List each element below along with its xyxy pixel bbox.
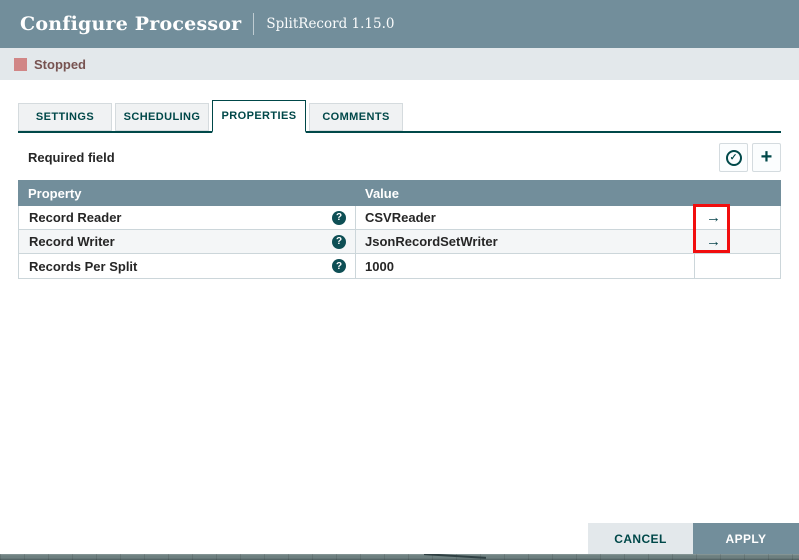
property-name-cell: Record Reader ? bbox=[19, 206, 356, 229]
table-row-records-per-split: Records Per Split ? 1000 bbox=[19, 254, 780, 278]
column-header-value: Value bbox=[356, 186, 695, 201]
apply-button[interactable]: APPLY bbox=[693, 523, 799, 554]
question-circle-icon[interactable]: ? bbox=[332, 259, 346, 273]
dialog-header: Configure Processor SplitRecord 1.15.0 bbox=[0, 0, 799, 48]
properties-toolbar-row: Required field ✓ + bbox=[18, 142, 781, 173]
property-name: Records Per Split bbox=[29, 259, 137, 274]
go-to-service-arrow-icon[interactable]: → bbox=[706, 210, 721, 225]
property-value-cell[interactable]: 1000 bbox=[356, 254, 695, 278]
stopped-square-icon bbox=[14, 58, 27, 71]
go-to-service-arrow-icon[interactable]: → bbox=[706, 234, 721, 249]
verify-properties-button[interactable]: ✓ bbox=[719, 143, 748, 172]
tab-comments[interactable]: COMMENTS bbox=[309, 103, 403, 131]
property-name: Record Writer bbox=[29, 234, 115, 249]
cancel-button-label: CANCEL bbox=[614, 532, 666, 546]
tab-settings[interactable]: SETTINGS bbox=[18, 103, 112, 131]
tab-properties[interactable]: PROPERTIES bbox=[212, 100, 306, 133]
dialog-title: Configure Processor bbox=[20, 13, 241, 35]
properties-toolbar: ✓ + bbox=[719, 143, 781, 172]
property-value-cell[interactable]: JsonRecordSetWriter bbox=[356, 230, 695, 253]
check-circle-icon: ✓ bbox=[726, 150, 742, 166]
tab-settings-label: SETTINGS bbox=[36, 111, 94, 123]
table-body: Record Reader ? CSVReader → Record Write… bbox=[18, 206, 781, 279]
plus-icon: + bbox=[761, 147, 773, 167]
apply-button-label: APPLY bbox=[726, 532, 767, 546]
property-value: JsonRecordSetWriter bbox=[365, 234, 498, 249]
property-value: 1000 bbox=[365, 259, 394, 274]
tab-bar: SETTINGS SCHEDULING PROPERTIES COMMENTS bbox=[18, 100, 781, 133]
configure-processor-dialog: Configure Processor SplitRecord 1.15.0 S… bbox=[0, 0, 799, 560]
status-label: Stopped bbox=[34, 57, 86, 72]
tab-comments-label: COMMENTS bbox=[322, 111, 389, 123]
title-divider bbox=[253, 13, 254, 35]
status-bar: Stopped bbox=[0, 48, 799, 80]
canvas-background-strip bbox=[0, 554, 799, 560]
tab-scheduling[interactable]: SCHEDULING bbox=[115, 103, 209, 131]
tab-scheduling-label: SCHEDULING bbox=[124, 111, 201, 123]
processor-name-version: SplitRecord 1.15.0 bbox=[266, 16, 394, 32]
property-value: CSVReader bbox=[365, 210, 436, 225]
property-extra-cell: → bbox=[695, 230, 780, 253]
question-circle-icon[interactable]: ? bbox=[332, 211, 346, 225]
question-circle-icon[interactable]: ? bbox=[332, 235, 346, 249]
table-row-record-writer: Record Writer ? JsonRecordSetWriter → bbox=[19, 230, 780, 254]
property-extra-cell bbox=[695, 254, 780, 278]
property-extra-cell: → bbox=[695, 206, 780, 229]
column-header-property: Property bbox=[18, 186, 356, 201]
property-name-cell: Record Writer ? bbox=[19, 230, 356, 253]
table-row-record-reader: Record Reader ? CSVReader → bbox=[19, 206, 780, 230]
property-name: Record Reader bbox=[29, 210, 121, 225]
cancel-button[interactable]: CANCEL bbox=[588, 523, 693, 554]
tab-properties-label: PROPERTIES bbox=[222, 110, 297, 122]
required-field-label: Required field bbox=[18, 150, 115, 165]
property-value-cell[interactable]: CSVReader bbox=[356, 206, 695, 229]
properties-table: Property Value Record Reader ? CSVReader… bbox=[18, 180, 781, 279]
add-property-button[interactable]: + bbox=[752, 143, 781, 172]
table-header-row: Property Value bbox=[18, 180, 781, 206]
connection-wire bbox=[424, 554, 486, 559]
property-name-cell: Records Per Split ? bbox=[19, 254, 356, 278]
